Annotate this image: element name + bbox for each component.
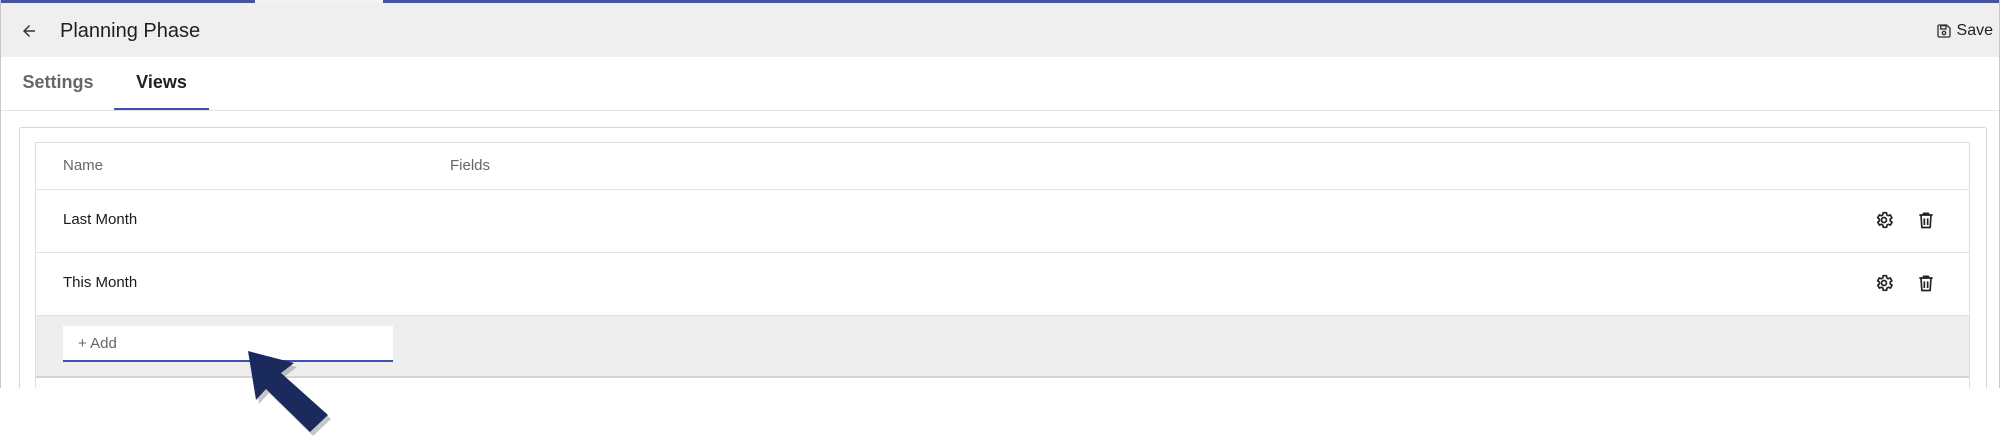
view-name: This Month — [63, 274, 138, 291]
back-button[interactable] — [15, 17, 43, 45]
gear-icon — [1876, 211, 1893, 229]
save-label: Save — [1956, 22, 1993, 39]
table-row[interactable]: Last Month — [36, 190, 1969, 253]
trash-icon — [1919, 212, 1933, 229]
tab-bar: Settings Views — [1, 57, 1999, 111]
add-view-input[interactable] — [63, 326, 393, 362]
add-view-row — [36, 316, 1969, 378]
table-header-row: Name Fields — [36, 143, 1969, 190]
floppy-disk-icon — [1936, 24, 1951, 38]
page-title: Planning Phase — [60, 20, 201, 42]
view-delete-button[interactable] — [1913, 207, 1939, 233]
view-name: Last Month — [63, 211, 138, 228]
row-actions — [1871, 270, 1939, 296]
view-settings-button[interactable] — [1871, 207, 1897, 233]
views-card: Name Fields Last Month This Month + Add — [19, 127, 1987, 388]
trash-icon — [1919, 275, 1933, 292]
view-delete-button[interactable] — [1913, 270, 1939, 296]
arrow-left-icon — [23, 25, 35, 37]
table-row[interactable]: This Month — [36, 253, 1969, 316]
column-header-name: Name — [63, 157, 104, 174]
app-window: Planning Phase Save Settings Views Name … — [0, 0, 2000, 388]
tab-views[interactable]: Views — [114, 57, 209, 110]
save-button[interactable]: Save — [1936, 17, 1993, 45]
views-table: Name Fields Last Month This Month + Add — [35, 142, 1970, 388]
tab-settings[interactable]: Settings — [13, 57, 103, 108]
gear-icon — [1876, 274, 1893, 292]
column-header-fields: Fields — [450, 157, 491, 174]
page-header: Planning Phase Save — [1, 3, 1999, 57]
view-settings-button[interactable] — [1871, 270, 1897, 296]
row-actions — [1871, 207, 1939, 233]
